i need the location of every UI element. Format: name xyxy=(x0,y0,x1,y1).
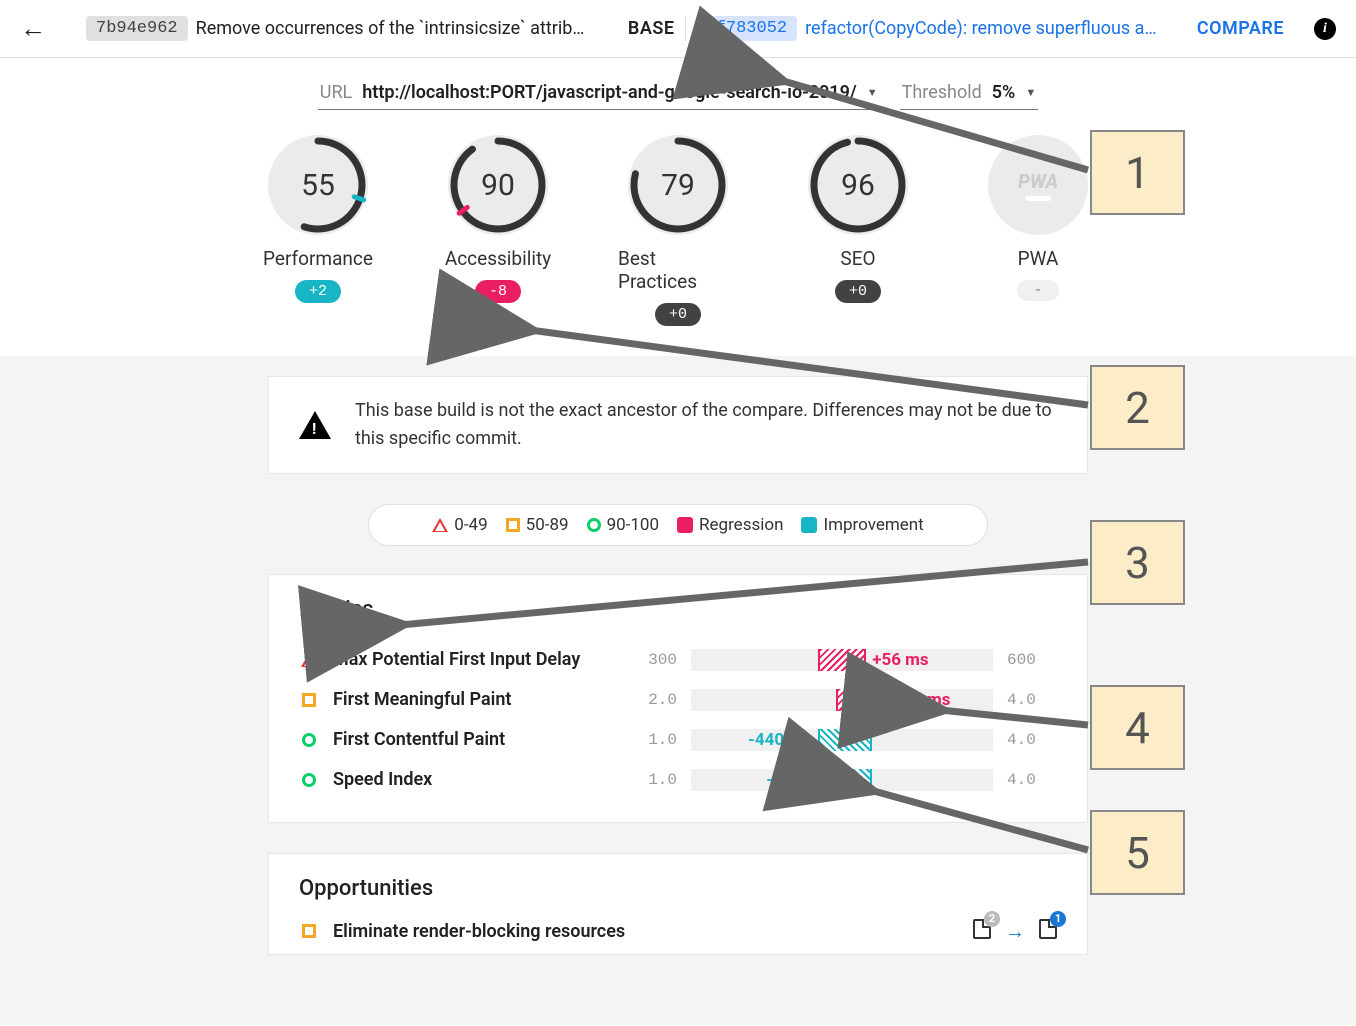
threshold-value: 5% xyxy=(992,82,1016,103)
gauge-diff-pill: +2 xyxy=(295,280,341,303)
metric-bar: +56 ms xyxy=(691,649,993,671)
metric-status-icon xyxy=(299,773,319,787)
metric-row[interactable]: Max Potential First Input Delay 300 +56 … xyxy=(299,640,1057,680)
threshold-label: Threshold xyxy=(902,82,982,103)
metric-bar: +209 ms xyxy=(691,689,993,711)
opportunity-row[interactable]: Eliminate render-blocking resources 2 → … xyxy=(299,919,1057,944)
comparison-header: ← 7b94e962 Remove occurrences of the `in… xyxy=(0,0,1356,58)
metric-name: First Meaningful Paint xyxy=(333,689,613,710)
metric-delta: +209 ms xyxy=(884,690,950,710)
base-label: BASE xyxy=(628,18,675,39)
legend-range-3: 90-100 xyxy=(607,515,659,535)
chevron-down-icon: ▼ xyxy=(867,86,878,99)
compare-build-selector[interactable]: 2f783052 refactor(CopyCode): remove supe… xyxy=(685,16,1295,41)
improvement-swatch xyxy=(801,517,817,533)
callout-4: 4 xyxy=(1090,685,1185,770)
metric-range-high: 4.0 xyxy=(1007,771,1057,789)
metrics-panel: Metrics Max Potential First Input Delay … xyxy=(268,574,1088,823)
triangle-icon xyxy=(432,518,448,532)
opportunity-status-icon xyxy=(299,924,319,938)
legend-regression: Regression xyxy=(699,515,783,535)
metric-range-low: 1.0 xyxy=(627,771,677,789)
metric-range-high: 4.0 xyxy=(1007,691,1057,709)
base-report-icon[interactable]: 2 xyxy=(973,919,991,944)
base-commit-message: Remove occurrences of the `intrinsicsize… xyxy=(196,18,616,39)
callout-2: 2 xyxy=(1090,365,1185,450)
square-icon xyxy=(506,518,520,532)
gauge-label: Accessibility xyxy=(445,247,551,270)
metric-status-icon xyxy=(299,733,319,747)
gauge-diff-pill: +0 xyxy=(835,280,881,303)
back-button[interactable]: ← xyxy=(20,13,46,44)
warning-text: This base build is not the exact ancesto… xyxy=(355,397,1057,453)
metric-bar: -440 ms xyxy=(691,729,993,751)
callout-1: 1 xyxy=(1090,130,1185,215)
url-value: http://localhost:PORT/javascript-and-goo… xyxy=(362,82,856,103)
opportunity-name: Eliminate render-blocking resources xyxy=(333,921,959,942)
gauge-pwa[interactable]: PWA PWA - xyxy=(978,135,1098,326)
gauge-diff-pill: - xyxy=(1017,280,1058,301)
compare-commit-hash: 2f783052 xyxy=(696,16,798,41)
legend: 0-49 50-89 90-100 Regression Improvement xyxy=(368,504,988,546)
metric-status-icon xyxy=(299,693,319,707)
base-build-selector[interactable]: 7b94e962 Remove occurrences of the `intr… xyxy=(76,16,685,41)
callout-5: 5 xyxy=(1090,810,1185,895)
arrow-icon: → xyxy=(1005,919,1025,944)
warning-icon xyxy=(299,411,331,439)
metric-range-low: 2.0 xyxy=(627,691,677,709)
metric-status-icon xyxy=(299,653,319,667)
metric-row[interactable]: First Contentful Paint 1.0 -440 ms 4.0 xyxy=(299,720,1057,760)
gauge-performance[interactable]: 55 Performance +2 xyxy=(258,135,378,326)
chevron-down-icon: ▼ xyxy=(1025,86,1036,99)
gauge-seo[interactable]: 96 SEO +0 xyxy=(798,135,918,326)
metric-row[interactable]: Speed Index 1.0 -271 ms 4.0 xyxy=(299,760,1057,800)
opportunities-heading: Opportunities xyxy=(299,876,1057,901)
ancestor-warning: This base build is not the exact ancesto… xyxy=(268,376,1088,474)
gauge-label: SEO xyxy=(840,247,875,270)
callout-3: 3 xyxy=(1090,520,1185,605)
base-commit-hash: 7b94e962 xyxy=(86,16,188,41)
gauge-label: PWA xyxy=(1018,247,1059,270)
metrics-heading: Metrics xyxy=(299,597,1057,622)
gauge-best practices[interactable]: 79 Best Practices +0 xyxy=(618,135,738,326)
url-label: URL xyxy=(320,82,352,103)
metric-delta: -440 ms xyxy=(748,730,812,750)
metric-delta: +56 ms xyxy=(872,650,928,670)
metric-name: First Contentful Paint xyxy=(333,729,613,750)
metric-name: Max Potential First Input Delay xyxy=(333,649,613,670)
legend-improvement: Improvement xyxy=(823,515,923,535)
metric-range-high: 600 xyxy=(1007,651,1057,669)
metric-range-low: 1.0 xyxy=(627,731,677,749)
metric-name: Speed Index xyxy=(333,769,613,790)
gauge-label: Performance xyxy=(263,247,373,270)
legend-range-1: 0-49 xyxy=(454,515,487,535)
threshold-selector[interactable]: Threshold 5% ▼ xyxy=(900,78,1039,110)
legend-range-2: 50-89 xyxy=(526,515,569,535)
gauge-diff-pill: -8 xyxy=(475,280,521,303)
compare-commit-message: refactor(CopyCode): remove superfluous a… xyxy=(805,18,1185,39)
gauge-accessibility[interactable]: 90 Accessibility -8 xyxy=(438,135,558,326)
info-icon[interactable]: i xyxy=(1314,18,1336,40)
circle-icon xyxy=(587,518,601,532)
pwa-icon: PWA xyxy=(1018,170,1058,193)
gauge-diff-pill: +0 xyxy=(655,303,701,326)
metric-row[interactable]: First Meaningful Paint 2.0 +209 ms 4.0 xyxy=(299,680,1057,720)
opportunities-panel: Opportunities Eliminate render-blocking … xyxy=(268,853,1088,955)
compare-report-icon[interactable]: 1 xyxy=(1039,919,1057,944)
metric-bar: -271 ms xyxy=(691,769,993,791)
gauge-label: Best Practices xyxy=(618,247,738,293)
url-selector[interactable]: URL http://localhost:PORT/javascript-and… xyxy=(318,78,880,110)
metric-delta: -271 ms xyxy=(766,770,830,790)
compare-label: COMPARE xyxy=(1197,18,1284,39)
metric-range-low: 300 xyxy=(627,651,677,669)
regression-swatch xyxy=(677,517,693,533)
metric-range-high: 4.0 xyxy=(1007,731,1057,749)
